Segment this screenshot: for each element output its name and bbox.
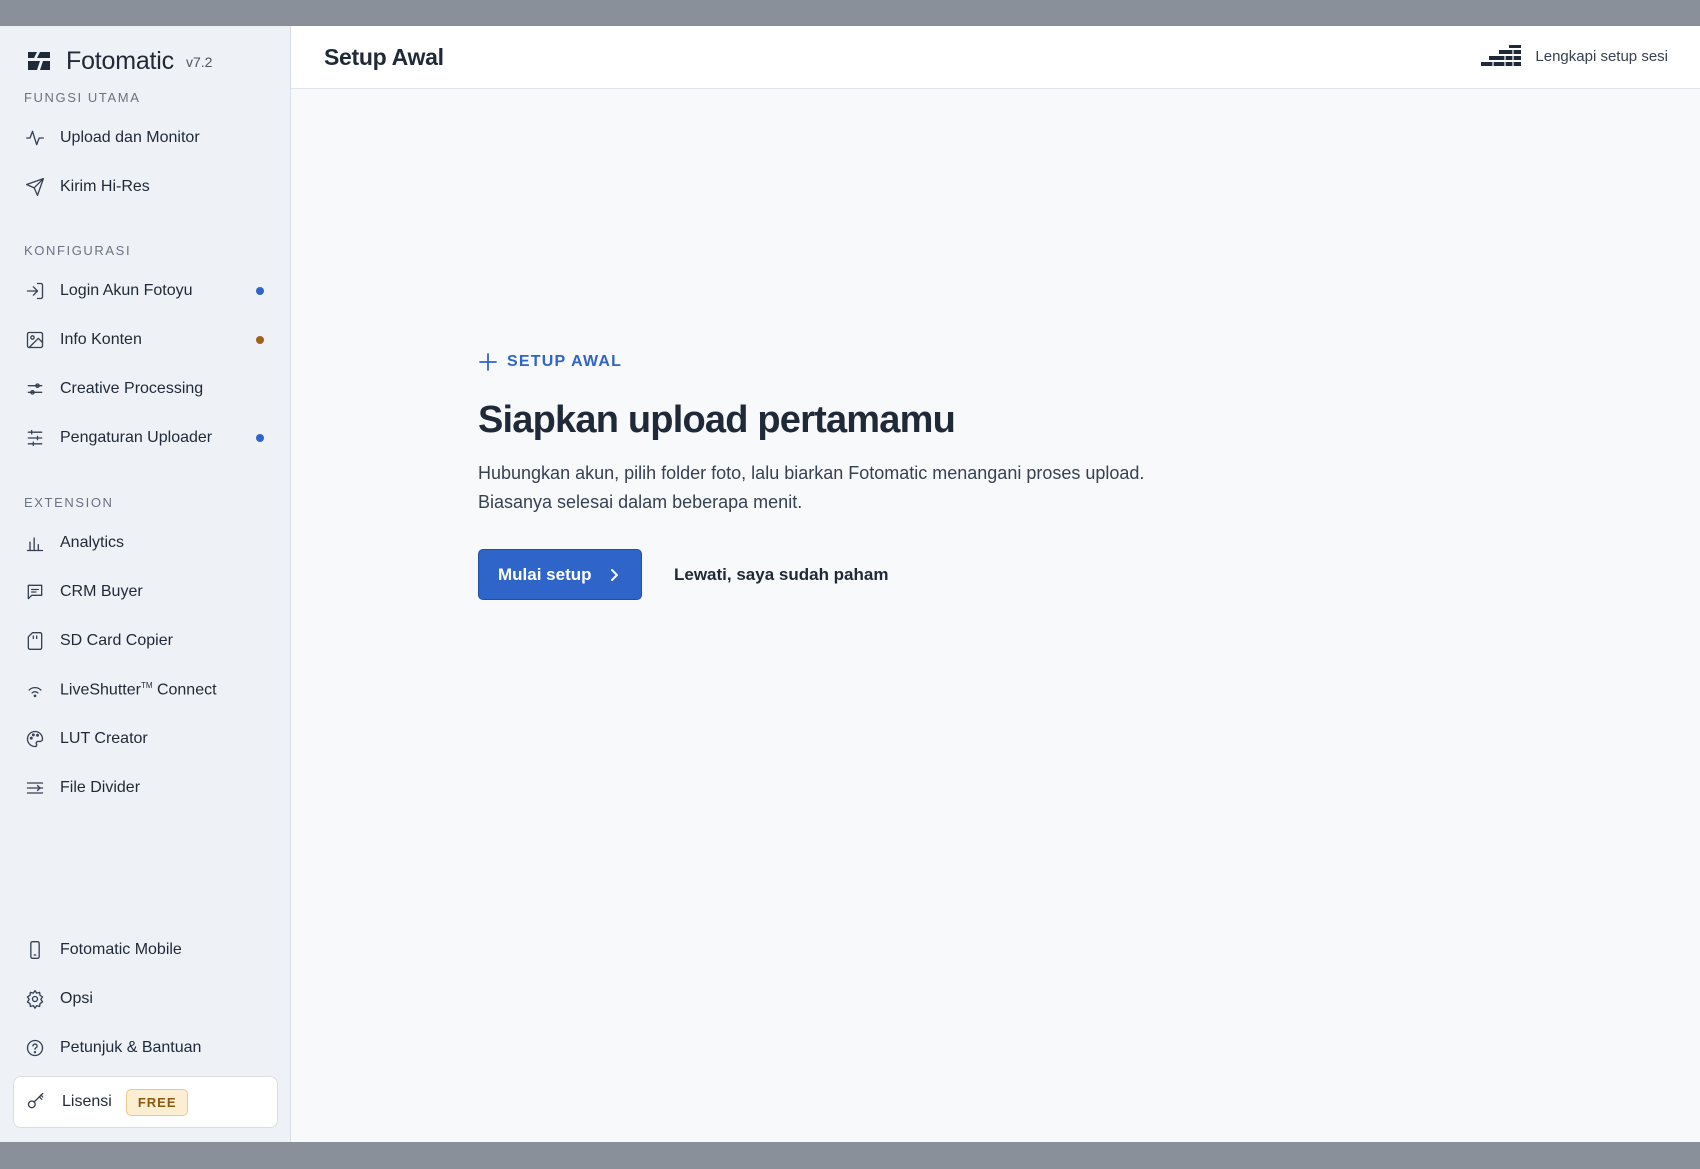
hero-eyebrow: SETUP AWAL bbox=[478, 352, 1178, 372]
sidebar-item-label: Login Akun Fotoyu bbox=[60, 282, 193, 299]
sidebar-item-file-divider[interactable]: File Divider bbox=[14, 767, 276, 809]
hero-heading: Siapkan upload pertamamu bbox=[478, 399, 956, 441]
sidebar-item-label: Kirim Hi-Res bbox=[60, 178, 150, 195]
sidebar-item-petunjuk-bantuan[interactable]: Petunjuk & Bantuan bbox=[14, 1027, 276, 1069]
sd-card-icon bbox=[24, 630, 46, 652]
status-indicator-dot bbox=[256, 336, 264, 344]
sidebar-item-label: Petunjuk & Bantuan bbox=[60, 1039, 202, 1056]
sidebar-item-label: LUT Creator bbox=[60, 730, 148, 747]
sidebar-item-label: Pengaturan Uploader bbox=[60, 429, 213, 446]
sidebar-item-creative-processing[interactable]: Creative Processing bbox=[14, 368, 276, 410]
skip-setup-button[interactable]: Lewati, saya sudah paham bbox=[674, 565, 888, 585]
session-setup-text: Lengkapi setup sesi bbox=[1535, 47, 1668, 65]
sidebar-item-label: CRM Buyer bbox=[60, 583, 143, 600]
sidebar-item-crm-buyer[interactable]: CRM Buyer bbox=[14, 571, 276, 613]
wifi-icon bbox=[24, 679, 46, 701]
sliders-icon bbox=[24, 427, 46, 449]
sidebar-item-upload-monitor[interactable]: Upload dan Monitor bbox=[14, 117, 276, 159]
status-indicator-dot bbox=[256, 287, 264, 295]
start-setup-button[interactable]: Mulai setup bbox=[478, 549, 642, 600]
divider-icon bbox=[24, 777, 46, 799]
sidebar-item-label: Info Konten bbox=[60, 331, 142, 348]
license-card[interactable]: Lisensi FREE bbox=[13, 1076, 278, 1128]
status-indicator-dot bbox=[256, 434, 264, 442]
hero-actions: Mulai setup Lewati, saya sudah paham bbox=[478, 549, 1178, 600]
gear-icon bbox=[24, 988, 46, 1010]
stairs-icon bbox=[1481, 45, 1522, 66]
sidebar-item-opsi[interactable]: Opsi bbox=[14, 978, 276, 1020]
sidebar-item-label: Opsi bbox=[60, 990, 93, 1007]
login-icon bbox=[24, 280, 46, 302]
plus-icon bbox=[479, 353, 497, 371]
app-window: Fotomatic v7.2 FUNGSI UTAMA Upload dan M… bbox=[0, 26, 1700, 1142]
adjust-icon bbox=[24, 378, 46, 400]
sidebar-item-fotomatic-mobile[interactable]: Fotomatic Mobile bbox=[14, 929, 276, 971]
hero-description: Hubungkan akun, pilih folder foto, lalu … bbox=[478, 463, 1145, 512]
sidebar-item-label: Upload dan Monitor bbox=[60, 129, 200, 146]
activity-icon bbox=[24, 127, 46, 149]
sidebar-item-label: LiveShutterTM Connect bbox=[60, 680, 217, 699]
hero-eyebrow-text: SETUP AWAL bbox=[507, 353, 623, 370]
session-setup-link[interactable]: Lengkapi setup sesi bbox=[1479, 44, 1668, 68]
sidebar-item-info-konten[interactable]: Info Konten bbox=[14, 319, 276, 361]
brand: Fotomatic v7.2 bbox=[26, 44, 212, 78]
page-title: Setup Awal bbox=[324, 44, 444, 70]
fotomatic-logo-icon bbox=[28, 52, 50, 70]
sidebar-item-sd-card-copier[interactable]: SD Card Copier bbox=[14, 620, 276, 662]
sidebar-item-analytics[interactable]: Analytics bbox=[14, 522, 276, 564]
sidebar-item-lut-creator[interactable]: LUT Creator bbox=[14, 718, 276, 760]
sidebar-item-label: SD Card Copier bbox=[60, 632, 173, 649]
topbar: Setup Awal Lengkapi setup sesi bbox=[291, 26, 1700, 89]
app-version: v7.2 bbox=[185, 54, 213, 70]
sidebar-item-label: Analytics bbox=[60, 534, 125, 551]
sidebar-item-liveshutter-connect[interactable]: LiveShutterTM Connect bbox=[14, 669, 276, 711]
bar-chart-icon bbox=[24, 532, 46, 554]
sidebar: Fotomatic v7.2 FUNGSI UTAMA Upload dan M… bbox=[0, 26, 291, 1142]
palette-icon bbox=[24, 728, 46, 750]
image-icon bbox=[24, 329, 46, 351]
key-icon bbox=[26, 1091, 48, 1113]
send-icon bbox=[24, 176, 46, 198]
license-badge: FREE bbox=[125, 1088, 189, 1116]
sidebar-item-label: Creative Processing bbox=[60, 380, 204, 397]
section-label-main: FUNGSI UTAMA bbox=[24, 90, 141, 105]
chevron-right-icon bbox=[610, 568, 618, 581]
sidebar-item-label: Fotomatic Mobile bbox=[60, 941, 182, 958]
setup-hero: SETUP AWAL Siapkan upload pertamamu Hubu… bbox=[478, 352, 1178, 600]
help-icon bbox=[24, 1037, 46, 1059]
sidebar-item-login-akun[interactable]: Login Akun Fotoyu bbox=[14, 270, 276, 312]
section-label-config: KONFIGURASI bbox=[24, 243, 132, 258]
sidebar-item-pengaturan-uploader[interactable]: Pengaturan Uploader bbox=[14, 417, 276, 459]
section-label-extension: EXTENSION bbox=[24, 495, 114, 510]
start-setup-label: Mulai setup bbox=[498, 564, 592, 584]
sidebar-item-kirim-hi-res[interactable]: Kirim Hi-Res bbox=[14, 166, 276, 208]
message-icon bbox=[24, 581, 46, 603]
main-content: Setup Awal Lengkapi setup sesi SETUP AWA… bbox=[291, 26, 1700, 1142]
phone-icon bbox=[24, 939, 46, 961]
license-label: Lisensi bbox=[62, 1093, 112, 1110]
app-name: Fotomatic bbox=[66, 46, 174, 75]
sidebar-item-label: File Divider bbox=[60, 779, 141, 796]
